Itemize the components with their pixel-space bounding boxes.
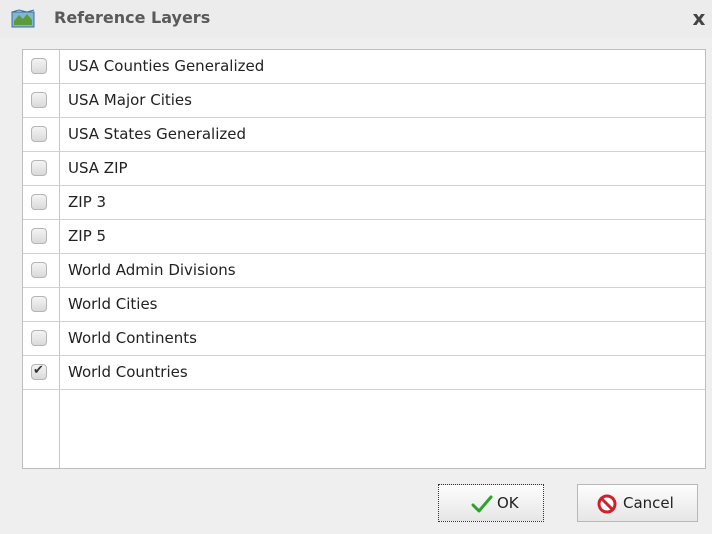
map-layers-icon	[11, 9, 35, 29]
red-prohibited-icon	[597, 494, 617, 518]
layer-label: World Admin Divisions	[68, 261, 236, 279]
layer-label: USA Major Cities	[68, 91, 192, 109]
layer-label: World Cities	[68, 295, 158, 313]
layer-checkbox[interactable]: ✔	[31, 160, 47, 176]
layer-checkbox[interactable]: ✔	[31, 126, 47, 142]
layer-row[interactable]: ✔ USA Major Cities	[23, 84, 705, 118]
layer-row[interactable]: ✔ ZIP 5	[23, 220, 705, 254]
layer-label: World Continents	[68, 329, 197, 347]
layer-row[interactable]: ✔ World Cities	[23, 288, 705, 322]
layer-checkbox[interactable]: ✔	[31, 92, 47, 108]
layer-label: World Countries	[68, 363, 188, 381]
close-button[interactable]: x	[688, 6, 710, 30]
layer-checkbox[interactable]: ✔	[31, 363, 47, 380]
layers-list: ✔ USA Counties Generalized ✔ USA Major Citi…	[22, 49, 706, 469]
layer-row[interactable]: ✔ World Countries	[23, 356, 705, 390]
green-checkmark-icon	[471, 494, 493, 518]
checkmark-icon: ✔	[33, 363, 44, 378]
layer-row[interactable]: ✔ USA ZIP	[23, 152, 705, 186]
layer-row[interactable]: ✔ USA Counties Generalized	[23, 50, 705, 84]
layer-checkbox[interactable]: ✔	[31, 58, 47, 74]
layer-label: ZIP 3	[68, 193, 107, 211]
layer-checkbox[interactable]: ✔	[31, 330, 47, 346]
layer-row[interactable]: ✔ ZIP 3	[23, 186, 705, 220]
layer-row[interactable]: ✔ USA States Generalized	[23, 118, 705, 152]
layer-label: ZIP 5	[68, 227, 107, 245]
reference-layers-dialog: Reference Layers x ✔ USA Counties General…	[0, 0, 712, 534]
layer-checkbox[interactable]: ✔	[31, 194, 47, 210]
layer-label: USA ZIP	[68, 159, 128, 177]
layer-checkbox[interactable]: ✔	[31, 262, 47, 278]
ok-button[interactable]: OK	[438, 484, 544, 522]
layer-label: USA Counties Generalized	[68, 57, 265, 75]
cancel-button-label: Cancel	[623, 494, 674, 512]
layer-label: USA States Generalized	[68, 125, 247, 143]
dialog-title: Reference Layers	[54, 8, 211, 27]
layer-row[interactable]: ✔ World Admin Divisions	[23, 254, 705, 288]
cancel-button[interactable]: Cancel	[577, 484, 698, 522]
layer-row[interactable]: ✔ World Continents	[23, 322, 705, 356]
close-icon: x	[692, 6, 706, 30]
dialog-titlebar: Reference Layers x	[0, 0, 712, 38]
layer-checkbox[interactable]: ✔	[31, 228, 47, 244]
ok-button-label: OK	[497, 494, 519, 512]
layer-checkbox[interactable]: ✔	[31, 296, 47, 312]
